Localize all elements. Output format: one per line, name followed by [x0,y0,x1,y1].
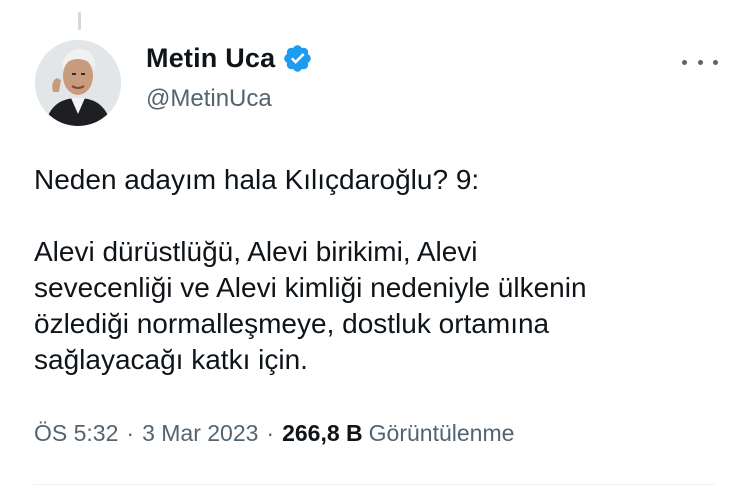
views-count: 266,8 B [282,420,363,446]
author-handle[interactable]: @MetinUca [146,85,272,113]
more-options-icon[interactable] [682,52,718,72]
dot [697,59,703,65]
author-name-row: Metin Uca [146,43,313,74]
tweet-meta-row: ÖS 5:32 · 3 Mar 2023 · 266,8 B Görüntüle… [34,420,514,447]
views-label: Görüntülenme [368,420,515,446]
divider [34,484,716,485]
dot [713,59,718,65]
meta-separator: · [126,420,135,446]
dot [682,59,687,65]
tweet-time[interactable]: ÖS 5:32 [34,420,118,447]
author-display-name[interactable]: Metin Uca [146,43,275,74]
tweet-date[interactable]: 3 Mar 2023 [142,420,258,447]
meta-separator: · [266,420,275,446]
thread-connector-line [78,12,81,30]
avatar[interactable] [35,40,121,126]
verified-badge-icon[interactable] [282,43,313,74]
tweet-text: Neden adayım hala Kılıçdaroğlu? 9: Alevi… [34,164,587,375]
avatar-photo-icon [35,40,121,126]
